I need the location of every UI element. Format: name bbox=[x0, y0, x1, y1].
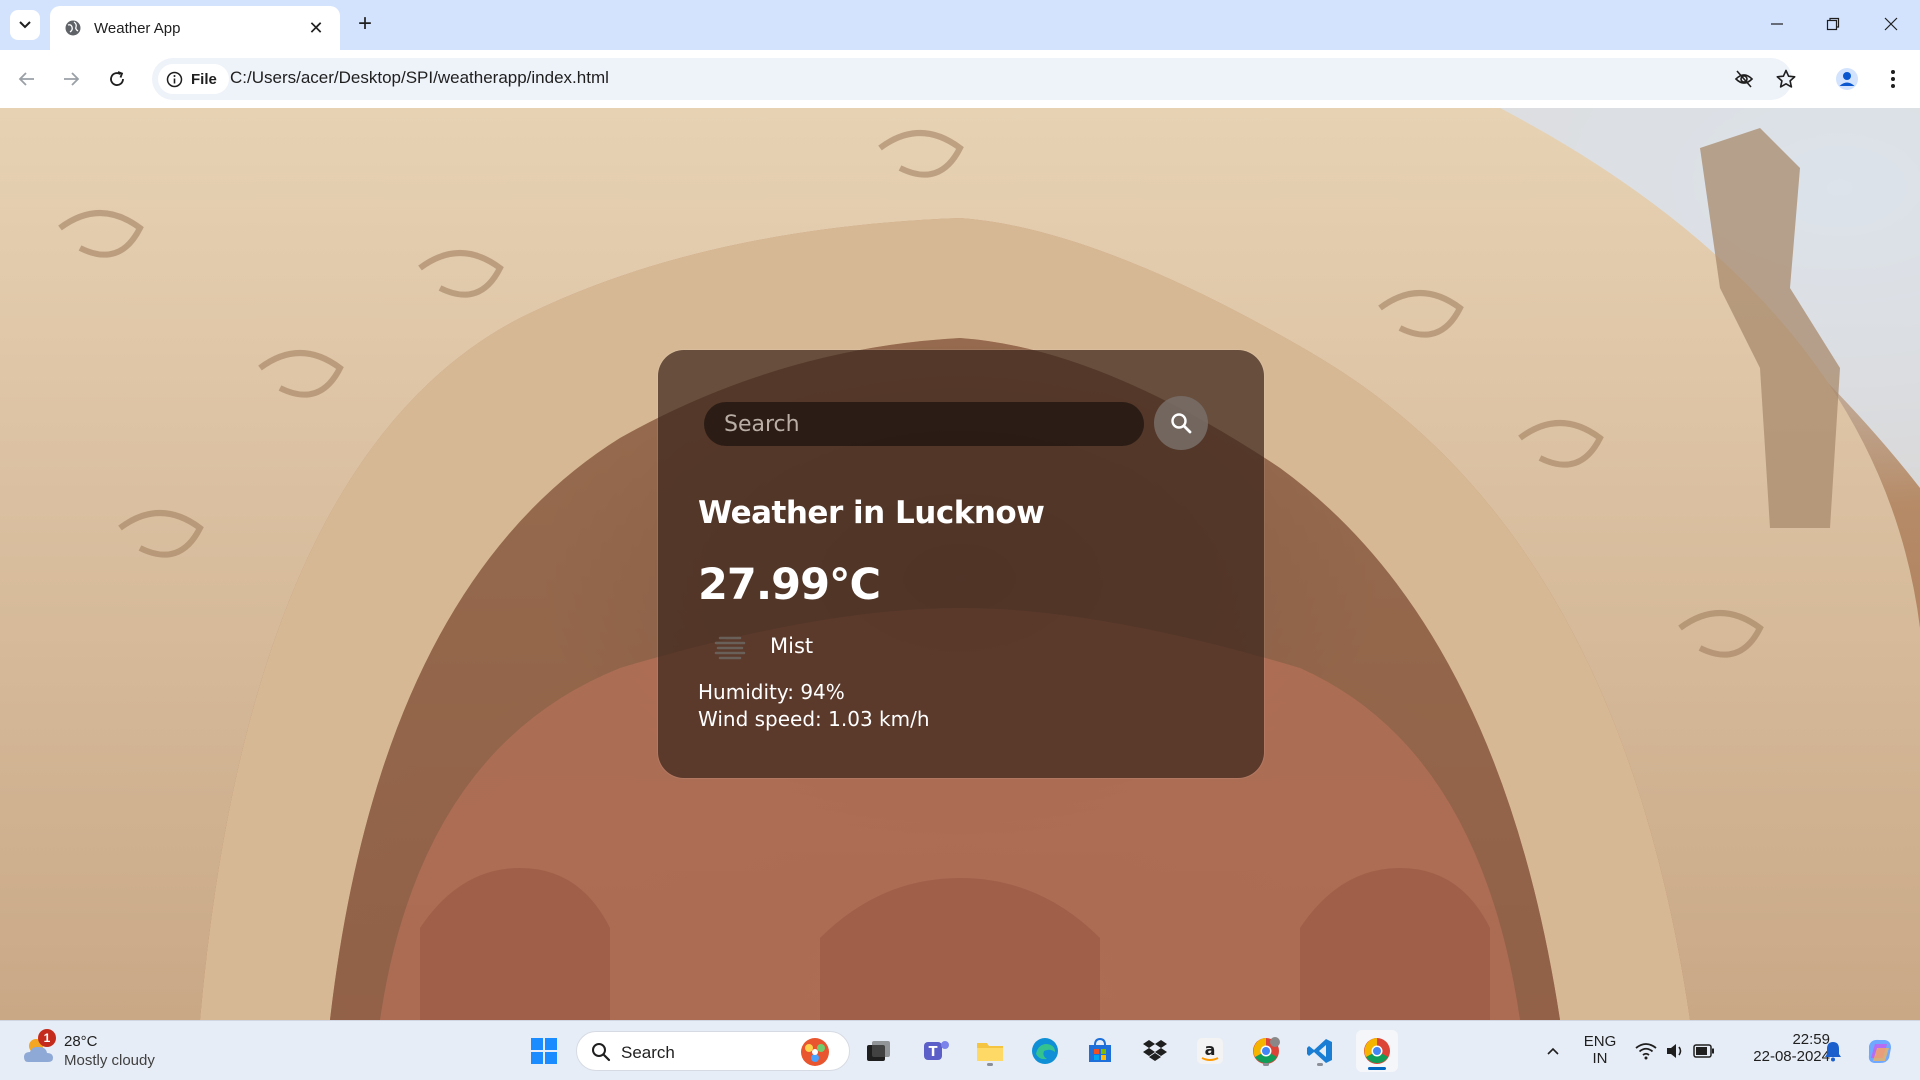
task-view-icon bbox=[867, 1041, 890, 1061]
chevron-up-icon bbox=[1547, 1047, 1559, 1055]
windows-taskbar: 1 28°C Mostly cloudy Search T a ENG IN 2… bbox=[0, 1020, 1920, 1080]
running-indicator bbox=[987, 1063, 993, 1066]
info-icon bbox=[166, 71, 183, 87]
tracking-protection-button[interactable] bbox=[1732, 67, 1756, 91]
browser-tab-strip: Weather App ✕ + bbox=[0, 0, 1920, 50]
teams-icon: T bbox=[924, 1041, 949, 1060]
vscode-button[interactable] bbox=[1302, 1033, 1338, 1069]
page-viewport: Weather in Lucknow 27.99°C Mist Humidity… bbox=[0, 108, 1920, 1020]
eye-off-icon bbox=[1734, 70, 1754, 88]
chrome-button[interactable] bbox=[1356, 1030, 1398, 1072]
chevron-down-icon bbox=[19, 21, 31, 29]
amazon-icon: a bbox=[1197, 1038, 1223, 1064]
close-tab-icon[interactable]: ✕ bbox=[306, 18, 326, 39]
microsoft-store-button[interactable] bbox=[1082, 1033, 1118, 1069]
close-window-button[interactable] bbox=[1876, 10, 1906, 38]
svg-text:T: T bbox=[929, 1045, 938, 1060]
dropbox-button[interactable] bbox=[1137, 1033, 1173, 1069]
humidity-text: Humidity: 94% bbox=[698, 680, 845, 704]
search-icon bbox=[592, 1043, 611, 1062]
windows-logo-icon bbox=[531, 1038, 557, 1064]
file-explorer-button[interactable] bbox=[972, 1033, 1008, 1069]
browser-toolbar: File C:/Users/acer/Desktop/SPI/weatherap… bbox=[0, 50, 1920, 108]
weather-alert-badge: 1 bbox=[38, 1029, 56, 1047]
profile-avatar-icon bbox=[1836, 68, 1858, 90]
battery-icon bbox=[1693, 1044, 1714, 1058]
region-code: IN bbox=[1592, 1050, 1608, 1067]
start-button[interactable] bbox=[526, 1033, 562, 1069]
restore-icon bbox=[1826, 17, 1840, 31]
minimize-button[interactable] bbox=[1762, 10, 1792, 38]
arrow-left-icon bbox=[18, 72, 34, 86]
notifications-button[interactable] bbox=[1816, 1033, 1850, 1069]
reload-icon bbox=[110, 71, 124, 86]
minimize-icon bbox=[1771, 23, 1783, 25]
store-icon bbox=[1089, 1037, 1111, 1062]
city-search-input[interactable] bbox=[704, 402, 1144, 446]
close-icon bbox=[1884, 17, 1898, 31]
tab-title: Weather App bbox=[94, 19, 181, 37]
taskbar-search-label: Search bbox=[621, 1043, 675, 1062]
dropbox-icon bbox=[1143, 1040, 1167, 1061]
weather-card: Weather in Lucknow 27.99°C Mist Humidity… bbox=[658, 350, 1264, 778]
teams-button[interactable]: T bbox=[918, 1033, 954, 1069]
address-bar[interactable]: File C:/Users/acer/Desktop/SPI/weatherap… bbox=[152, 58, 1796, 100]
chrome-profile-icon bbox=[1253, 1037, 1280, 1064]
taskbar-search-box[interactable]: Search bbox=[576, 1031, 850, 1071]
reload-button[interactable] bbox=[102, 64, 132, 94]
arrow-right-icon bbox=[64, 72, 80, 86]
running-indicator bbox=[1263, 1063, 1269, 1066]
back-button[interactable] bbox=[12, 64, 42, 94]
copilot-icon bbox=[1868, 1039, 1891, 1063]
wind-speed-text: Wind speed: 1.03 km/h bbox=[698, 707, 930, 731]
search-highlight-icon bbox=[801, 1038, 829, 1066]
running-indicator bbox=[1317, 1063, 1323, 1066]
browser-menu-button[interactable] bbox=[1878, 64, 1908, 94]
search-button[interactable] bbox=[1154, 396, 1208, 450]
copilot-button[interactable] bbox=[1862, 1033, 1898, 1069]
profile-button[interactable] bbox=[1832, 64, 1862, 94]
mist-icon bbox=[714, 636, 746, 660]
url-text[interactable]: C:/Users/acer/Desktop/SPI/weatherapp/ind… bbox=[230, 68, 609, 88]
taskbar-weather-widget[interactable]: 1 28°C Mostly cloudy bbox=[20, 1028, 170, 1074]
quick-settings-button[interactable] bbox=[1630, 1033, 1720, 1069]
bell-icon bbox=[1825, 1042, 1841, 1062]
svg-text:a: a bbox=[1205, 1040, 1216, 1059]
active-tab[interactable]: Weather App ✕ bbox=[50, 6, 340, 50]
site-info-label: File bbox=[191, 70, 217, 88]
star-icon bbox=[1776, 69, 1796, 88]
temperature-value: 27.99°C bbox=[698, 560, 881, 610]
new-tab-button[interactable]: + bbox=[352, 12, 378, 38]
tab-search-button[interactable] bbox=[10, 10, 40, 40]
search-icon bbox=[1171, 413, 1192, 434]
amazon-button[interactable]: a bbox=[1192, 1033, 1228, 1069]
globe-icon bbox=[65, 20, 81, 36]
wifi-icon bbox=[1635, 1043, 1657, 1060]
edge-icon bbox=[1032, 1038, 1058, 1064]
speaker-icon bbox=[1667, 1044, 1682, 1058]
show-hidden-icons-button[interactable] bbox=[1535, 1033, 1571, 1069]
language-code: ENG bbox=[1583, 1033, 1617, 1050]
taskbar-weather-temp: 28°C bbox=[64, 1033, 98, 1050]
kebab-menu-icon bbox=[1891, 70, 1895, 88]
taskbar-weather-desc: Mostly cloudy bbox=[64, 1052, 155, 1069]
language-indicator[interactable]: ENG IN bbox=[1576, 1033, 1624, 1067]
chrome-profile-button[interactable] bbox=[1248, 1033, 1284, 1069]
clock-time: 22:59 bbox=[1792, 1031, 1830, 1048]
forward-button[interactable] bbox=[56, 64, 86, 94]
clock-date: 22-08-2024 bbox=[1753, 1048, 1830, 1065]
city-heading: Weather in Lucknow bbox=[698, 495, 1045, 531]
condition-text: Mist bbox=[770, 634, 814, 658]
bookmark-button[interactable] bbox=[1774, 67, 1798, 91]
folder-icon bbox=[977, 1043, 1003, 1061]
vscode-icon bbox=[1307, 1039, 1332, 1063]
restore-button[interactable] bbox=[1818, 10, 1848, 38]
chrome-icon bbox=[1364, 1038, 1390, 1064]
edge-button[interactable] bbox=[1027, 1033, 1063, 1069]
task-view-button[interactable] bbox=[860, 1033, 896, 1069]
site-info-chip[interactable]: File bbox=[158, 64, 229, 94]
active-indicator bbox=[1368, 1067, 1386, 1070]
clock[interactable]: 22:59 22-08-2024 bbox=[1730, 1031, 1830, 1065]
